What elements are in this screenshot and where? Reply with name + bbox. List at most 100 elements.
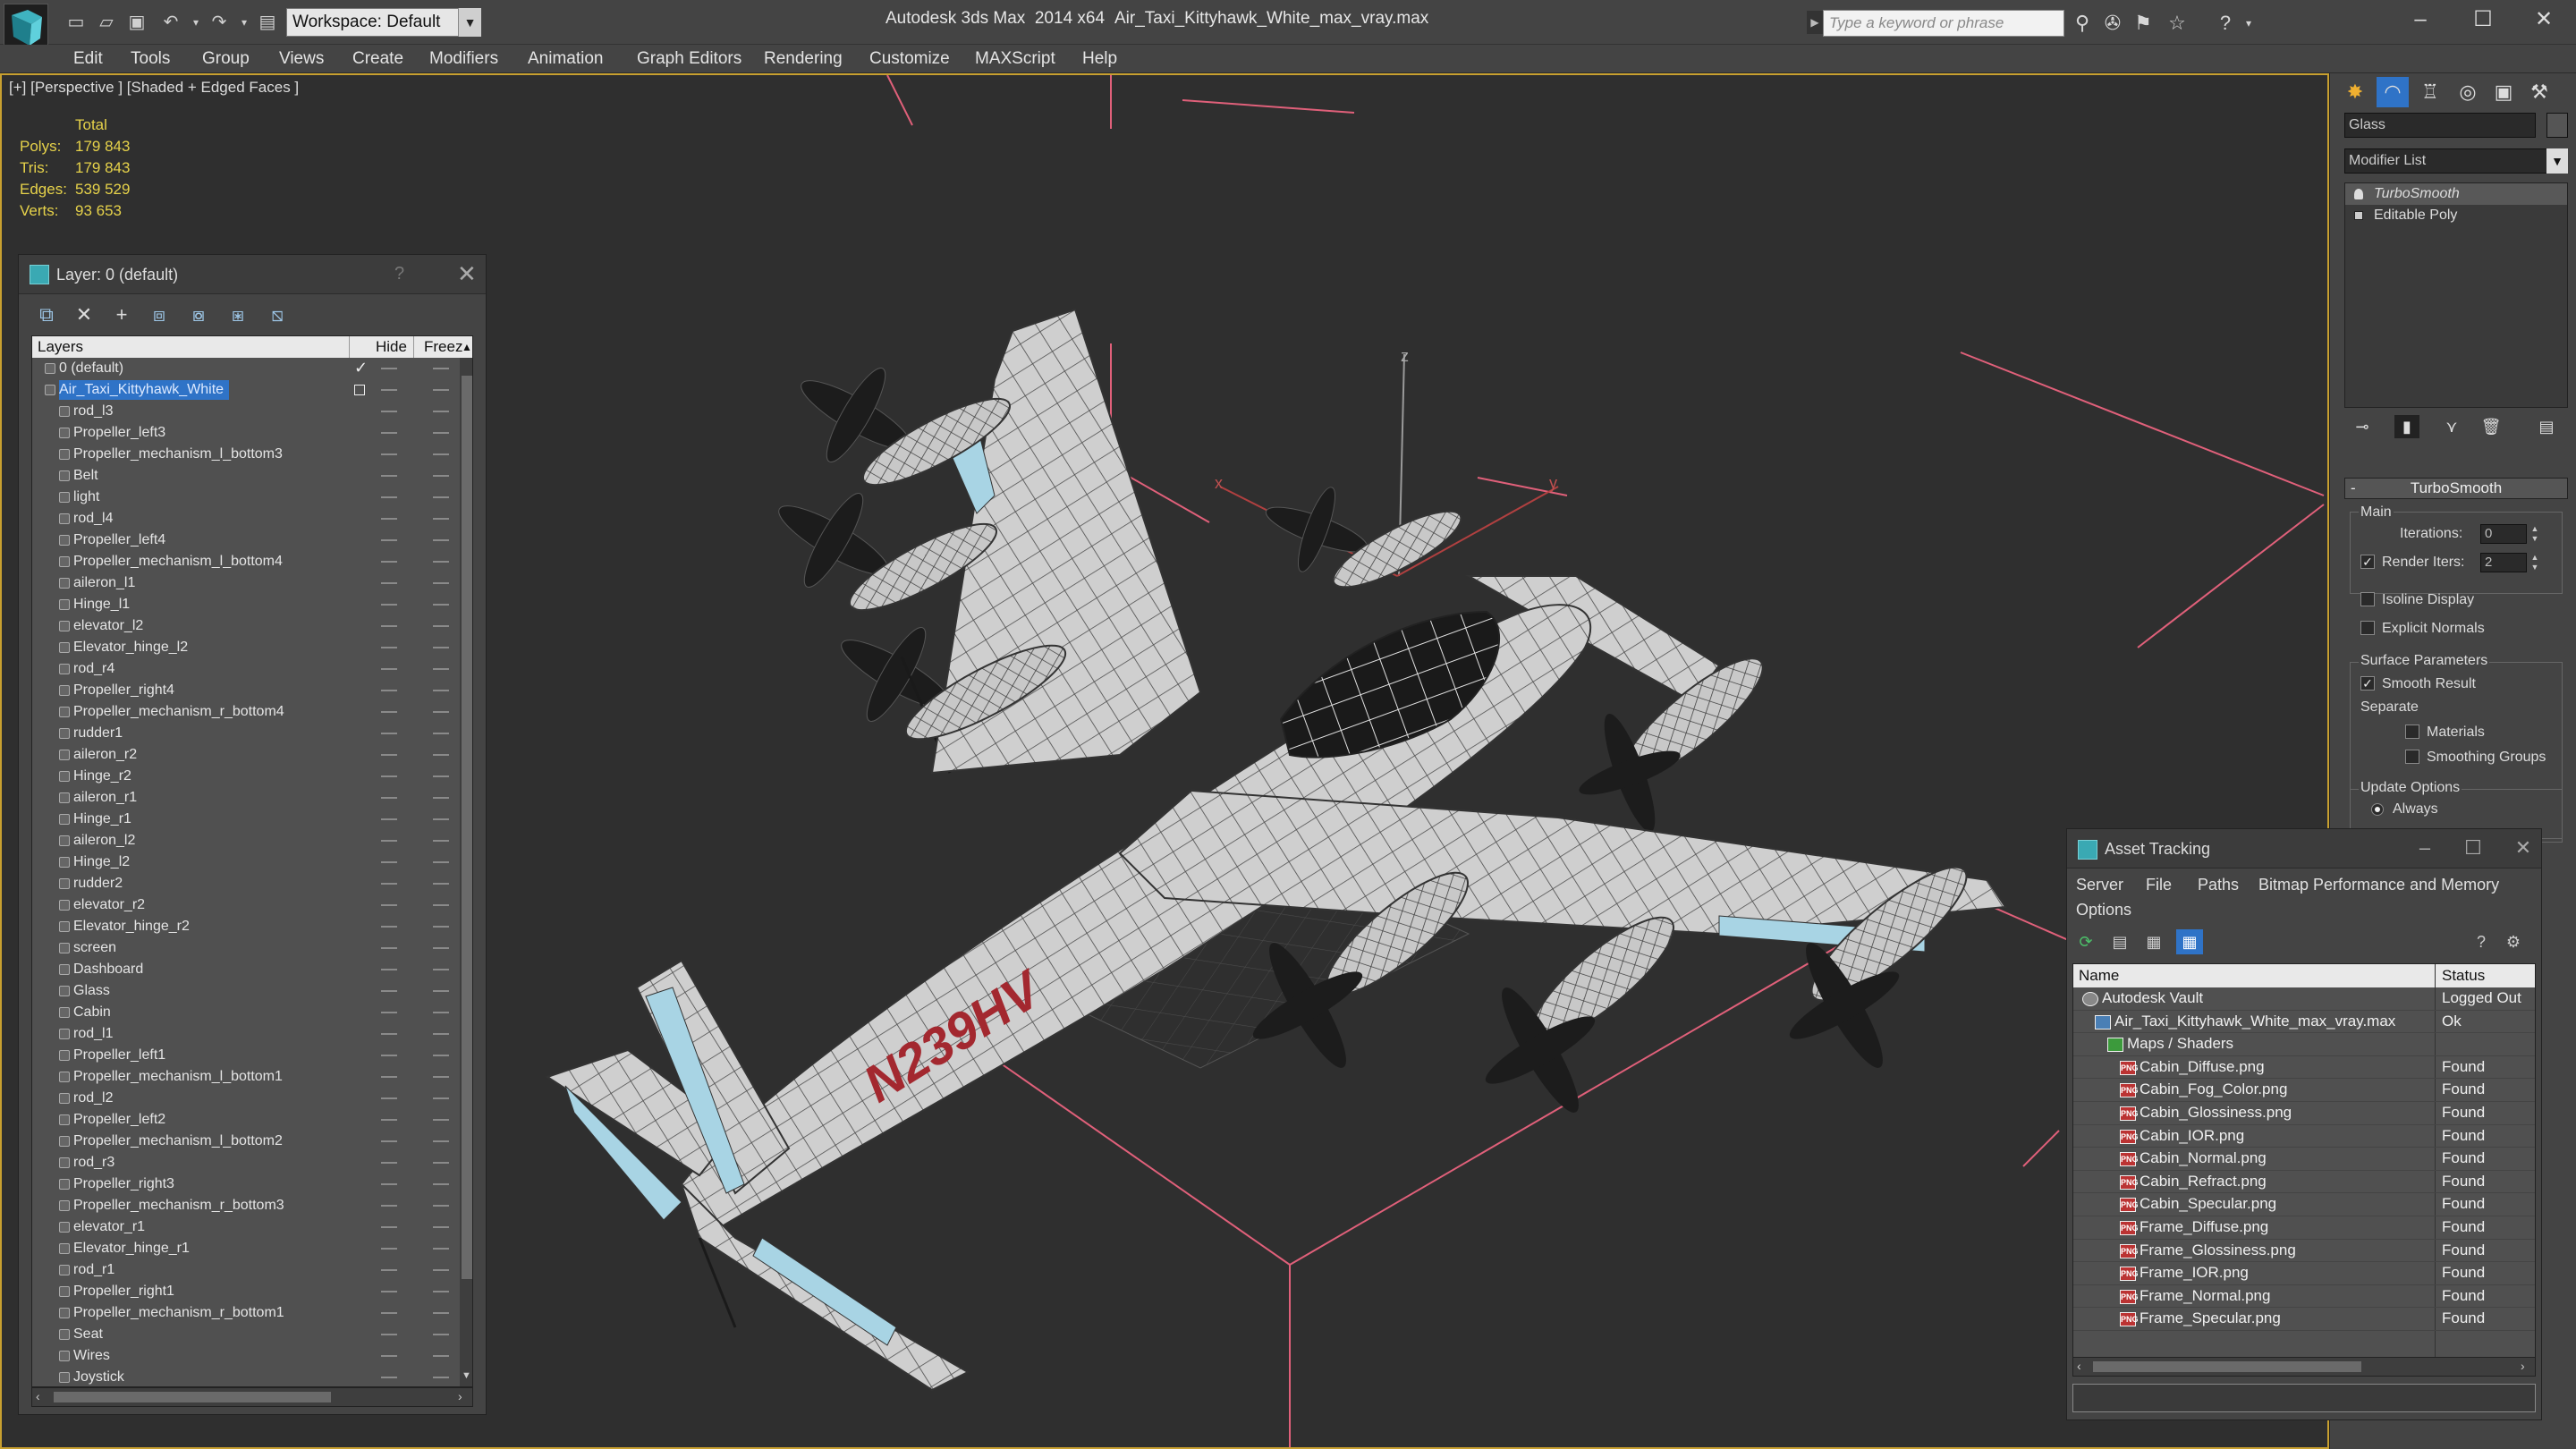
- hide-toggle[interactable]: [381, 1377, 397, 1378]
- pin-stack-icon[interactable]: ⊸: [2350, 415, 2375, 438]
- vault-settings-icon[interactable]: ⚙: [2500, 929, 2527, 954]
- object-color-swatch[interactable]: [2546, 113, 2568, 138]
- freeze-toggle[interactable]: [433, 947, 449, 949]
- freeze-toggle[interactable]: [433, 1140, 449, 1142]
- search-expand-icon[interactable]: ▶: [1807, 11, 1823, 34]
- redo-dropdown-icon[interactable]: ▾: [233, 11, 256, 34]
- update-always-radio[interactable]: [2371, 803, 2384, 816]
- freeze-toggle[interactable]: [433, 1226, 449, 1228]
- layer-row[interactable]: rod_r3: [32, 1152, 460, 1174]
- freeze-toggle[interactable]: [433, 453, 449, 455]
- freeze-toggle[interactable]: [433, 518, 449, 520]
- freeze-toggle[interactable]: [433, 539, 449, 541]
- hide-toggle[interactable]: [381, 775, 397, 777]
- layer-row[interactable]: Wires: [32, 1345, 460, 1367]
- layer-row[interactable]: Propeller_left4: [32, 530, 460, 551]
- freeze-toggle[interactable]: [433, 1377, 449, 1378]
- asset-row[interactable]: Air_Taxi_Kittyhawk_White_max_vray.max Ok: [2073, 1011, 2535, 1034]
- modify-tab-icon[interactable]: ◠: [2377, 77, 2409, 107]
- scroll-up-icon[interactable]: ▲: [462, 341, 472, 353]
- asset-row[interactable]: PNG Frame_IOR.png Found: [2073, 1262, 2535, 1285]
- remove-modifier-icon[interactable]: 🗑: [2479, 415, 2504, 438]
- layer-row[interactable]: 0 (default) ✓: [32, 358, 460, 379]
- scrollbar-thumb[interactable]: [54, 1392, 331, 1402]
- freeze-toggle[interactable]: [433, 1076, 449, 1078]
- freeze-toggle[interactable]: [433, 561, 449, 563]
- hide-toggle[interactable]: [381, 1355, 397, 1357]
- freeze-toggle[interactable]: [433, 1334, 449, 1335]
- hide-toggle[interactable]: [381, 1269, 397, 1271]
- display-tab-icon[interactable]: ▣: [2487, 77, 2520, 107]
- motion-tab-icon[interactable]: ◎: [2452, 77, 2484, 107]
- layer-row[interactable]: Propeller_mechanism_l_bottom1: [32, 1066, 460, 1088]
- asset-horizontal-scrollbar[interactable]: ‹ ›: [2072, 1357, 2536, 1377]
- separate-smoothing-groups-checkbox[interactable]: [2405, 750, 2419, 764]
- freeze-toggle[interactable]: [433, 840, 449, 842]
- layer-row[interactable]: Propeller_left3: [32, 422, 460, 444]
- freeze-toggle[interactable]: [433, 496, 449, 498]
- layer-row[interactable]: Elevator_hinge_r1: [32, 1238, 460, 1259]
- lightbulb-icon[interactable]: [2354, 189, 2363, 199]
- hide-toggle[interactable]: [381, 1205, 397, 1207]
- chevron-down-icon[interactable]: ▼: [2546, 148, 2568, 174]
- layer-row[interactable]: Hinge_r1: [32, 809, 460, 830]
- column-status[interactable]: Status: [2442, 967, 2485, 985]
- object-name-input[interactable]: Glass: [2344, 113, 2536, 138]
- hide-toggle[interactable]: [381, 389, 397, 391]
- layer-row[interactable]: Propeller_mechanism_l_bottom3: [32, 444, 460, 465]
- scrollbar-thumb[interactable]: [2093, 1361, 2361, 1372]
- layer-row[interactable]: Air_Taxi_Kittyhawk_White: [32, 379, 460, 401]
- hide-toggle[interactable]: [381, 969, 397, 970]
- freeze-toggle[interactable]: [433, 625, 449, 627]
- detail-view-icon[interactable]: ▦: [2140, 929, 2167, 954]
- freeze-toggle[interactable]: [433, 1162, 449, 1164]
- select-objects-icon[interactable]: ⧈: [146, 301, 173, 328]
- menu-options[interactable]: Options: [2076, 901, 2131, 919]
- layer-row[interactable]: Glass: [32, 980, 460, 1002]
- scroll-right-icon[interactable]: ›: [2521, 1359, 2525, 1373]
- close-window-icon[interactable]: ✕: [2517, 4, 2571, 36]
- hide-toggle[interactable]: [381, 754, 397, 756]
- hide-toggle[interactable]: [381, 368, 397, 369]
- menu-help[interactable]: Help: [1082, 49, 1117, 69]
- column-hide[interactable]: Hide: [376, 338, 407, 356]
- hide-toggle[interactable]: [381, 1140, 397, 1142]
- freeze-toggle[interactable]: [433, 668, 449, 670]
- menu-bitmap-performance[interactable]: Bitmap Performance and Memory: [2258, 876, 2499, 894]
- asset-row[interactable]: PNG Cabin_IOR.png Found: [2073, 1125, 2535, 1148]
- iterations-spinner[interactable]: 0: [2480, 524, 2527, 544]
- asset-row[interactable]: PNG Frame_Glossiness.png Found: [2073, 1240, 2535, 1263]
- layer-row[interactable]: Cabin: [32, 1002, 460, 1023]
- layer-horizontal-scrollbar[interactable]: ‹ ›: [31, 1387, 473, 1407]
- layer-row[interactable]: Propeller_mechanism_l_bottom4: [32, 551, 460, 572]
- redo-icon[interactable]: ↷: [208, 11, 231, 34]
- menu-animation[interactable]: Animation: [528, 49, 604, 69]
- layer-row[interactable]: Hinge_l2: [32, 852, 460, 873]
- render-iters-checkbox[interactable]: ✓: [2360, 555, 2375, 569]
- freeze-toggle[interactable]: [433, 389, 449, 391]
- help-icon[interactable]: ?: [2213, 11, 2238, 36]
- layer-row[interactable]: Seat: [32, 1324, 460, 1345]
- hide-toggle[interactable]: [381, 1226, 397, 1228]
- help-icon[interactable]: ?: [2468, 929, 2495, 954]
- freeze-toggle[interactable]: [433, 1119, 449, 1121]
- hide-toggle[interactable]: [381, 1183, 397, 1185]
- asset-row[interactable]: PNG Frame_Diffuse.png Found: [2073, 1216, 2535, 1240]
- scroll-down-icon[interactable]: ▼: [462, 1370, 471, 1381]
- layer-row[interactable]: Joystick: [32, 1367, 460, 1386]
- layer-row[interactable]: aileron_r1: [32, 787, 460, 809]
- hide-toggle[interactable]: [381, 1248, 397, 1250]
- hide-toggle[interactable]: [381, 797, 397, 799]
- hide-toggle[interactable]: [381, 625, 397, 627]
- explicit-normals-checkbox[interactable]: [2360, 621, 2375, 635]
- separate-materials-checkbox[interactable]: [2405, 724, 2419, 739]
- hide-toggle[interactable]: [381, 990, 397, 992]
- hide-toggle[interactable]: [381, 861, 397, 863]
- make-unique-icon[interactable]: ⋎: [2439, 415, 2464, 438]
- asset-row[interactable]: Autodesk Vault Logged Out: [2073, 987, 2535, 1011]
- layer-row[interactable]: aileron_l1: [32, 572, 460, 594]
- freeze-toggle[interactable]: [433, 411, 449, 412]
- freeze-toggle[interactable]: [433, 883, 449, 885]
- hide-toggle[interactable]: [381, 1076, 397, 1078]
- freeze-toggle[interactable]: [433, 754, 449, 756]
